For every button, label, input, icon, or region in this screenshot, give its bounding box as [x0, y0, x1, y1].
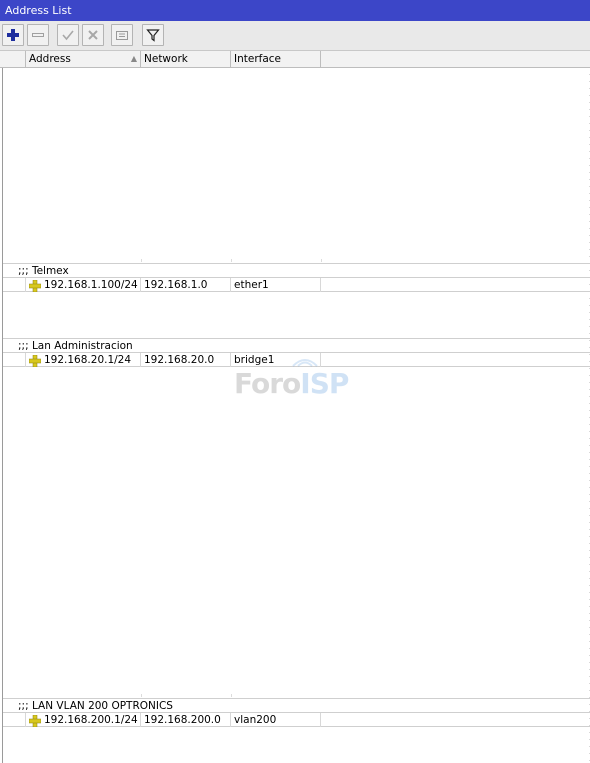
watermark-text-isp: ISP	[300, 367, 349, 400]
sort-ascending-icon: ▲	[130, 54, 137, 63]
filter-icon	[146, 28, 160, 42]
window-title: Address List	[0, 0, 590, 21]
table-row[interactable]: 192.168.200.1/24 192.168.200.0 vlan200	[3, 712, 590, 728]
column-tick	[141, 259, 142, 262]
interface-cell: ether1	[231, 278, 321, 292]
comment-row-telmex[interactable]: ;;; Telmex	[3, 263, 590, 278]
address-cell: 192.168.200.1/24	[26, 713, 141, 727]
comment-button[interactable]	[111, 24, 133, 46]
remove-button[interactable]	[27, 24, 49, 46]
comment-row-lan-vlan-200[interactable]: ;;; LAN VLAN 200 OPTRONICS	[3, 698, 590, 713]
column-header-label: Address	[29, 53, 71, 65]
network-cell: 192.168.1.0	[141, 278, 231, 292]
cross-icon	[86, 28, 100, 42]
column-tick	[231, 694, 232, 697]
plus-icon	[6, 28, 20, 42]
network-cell: 192.168.20.0	[141, 353, 231, 367]
add-button[interactable]	[2, 24, 24, 46]
column-header-address[interactable]: Address ▲	[26, 51, 141, 67]
row-flag-cell	[3, 713, 26, 727]
header-blank-cell	[3, 51, 26, 67]
disable-button[interactable]	[82, 24, 104, 46]
comment-icon	[115, 28, 129, 42]
network-cell: 192.168.200.0	[141, 713, 231, 727]
row-flag-cell	[3, 353, 26, 367]
minus-icon	[31, 28, 45, 42]
toolbar	[0, 21, 590, 51]
filter-button[interactable]	[142, 24, 164, 46]
comment-row-lan-administracion[interactable]: ;;; Lan Administracion	[3, 338, 590, 353]
address-cell: 192.168.20.1/24	[26, 353, 141, 367]
table-row[interactable]: 192.168.1.100/24 192.168.1.0 ether1	[3, 277, 590, 293]
row-flag-cell	[3, 278, 26, 292]
check-icon	[61, 28, 75, 42]
watermark-logo: ForoISP	[234, 367, 349, 400]
column-tick	[231, 259, 232, 262]
column-header-network[interactable]: Network	[141, 51, 231, 67]
column-tick	[141, 694, 142, 697]
enable-button[interactable]	[57, 24, 79, 46]
column-header-interface[interactable]: Interface	[231, 51, 321, 67]
watermark-text-foro: Foro	[234, 367, 301, 400]
interface-cell: vlan200	[231, 713, 321, 727]
table-header: Address ▲ Network Interface	[0, 51, 590, 68]
column-tick	[321, 259, 322, 262]
address-cell: 192.168.1.100/24	[26, 278, 141, 292]
table-left-border	[2, 68, 3, 763]
